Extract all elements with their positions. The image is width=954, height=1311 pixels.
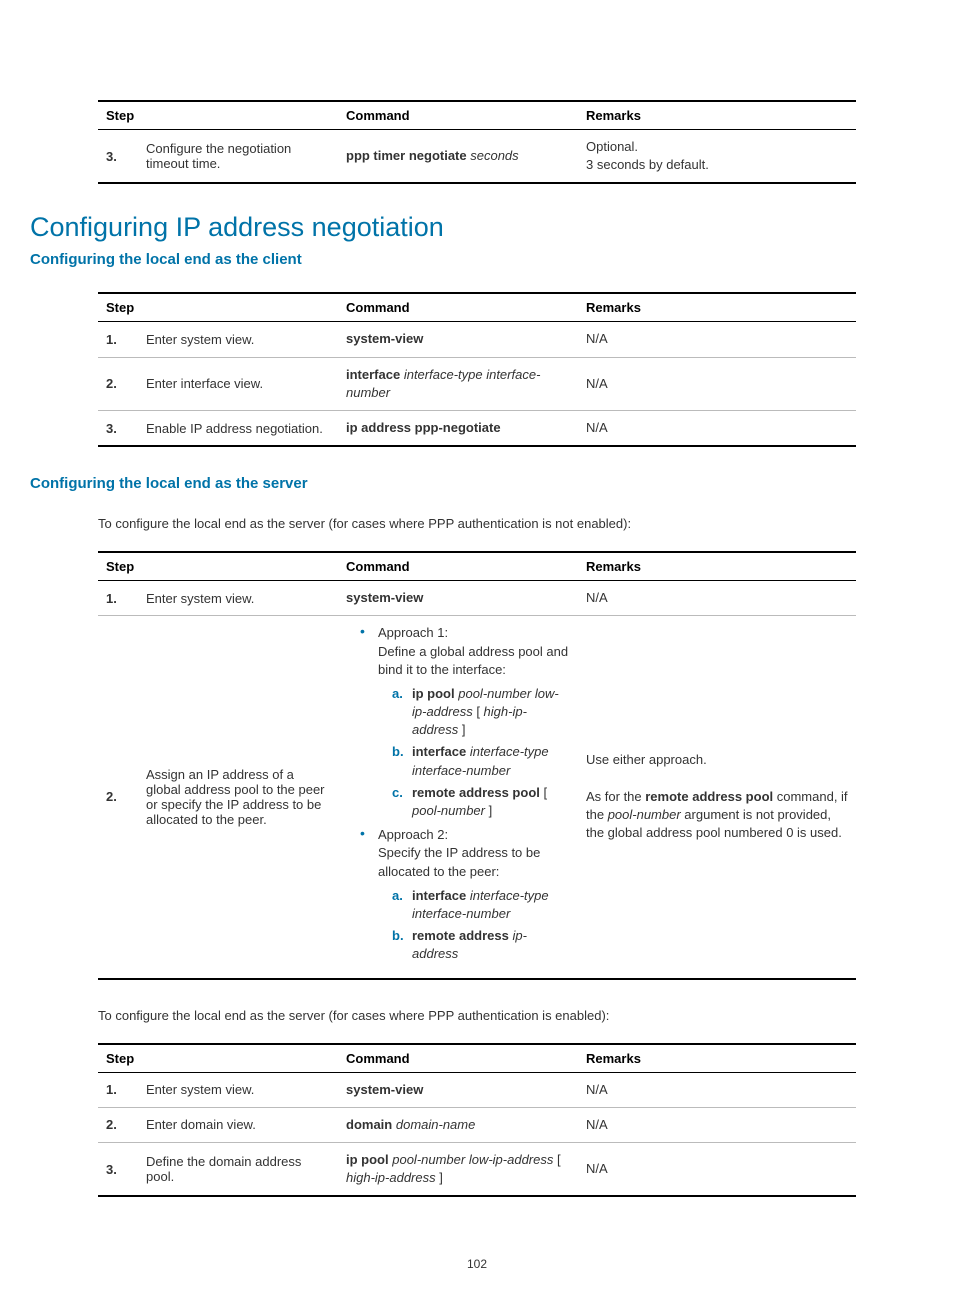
step-number: 3. bbox=[98, 410, 138, 446]
step-number: 3. bbox=[98, 130, 138, 184]
step-number: 3. bbox=[98, 1142, 138, 1196]
step-text: Enable IP address negotiation. bbox=[138, 410, 338, 446]
remarks-cell: N/A bbox=[578, 1107, 856, 1142]
remarks-cell: N/A bbox=[578, 322, 856, 357]
remarks-cell: Use either approach.As for the remote ad… bbox=[578, 616, 856, 979]
paragraph: To configure the local end as the server… bbox=[98, 516, 856, 531]
table-row: 1. Enter system view. system-view N/A bbox=[98, 322, 856, 357]
table-row: 1. Enter system view. system-view N/A bbox=[98, 1072, 856, 1107]
table-row: 2. Assign an IP address of a global addr… bbox=[98, 616, 856, 979]
th-remarks: Remarks bbox=[578, 552, 856, 581]
remarks-cell: N/A bbox=[578, 357, 856, 410]
step-text: Define the domain address pool. bbox=[138, 1142, 338, 1196]
approach-2: Approach 2: Specify the IP address to be… bbox=[360, 826, 570, 963]
th-step: Step bbox=[98, 552, 338, 581]
table-negotiation-timeout: Step Command Remarks 3. Configure the ne… bbox=[98, 100, 856, 184]
remarks-cell: N/A bbox=[578, 410, 856, 446]
step-number: 1. bbox=[98, 322, 138, 357]
step-number: 2. bbox=[98, 1107, 138, 1142]
table-row: 1. Enter system view. system-view N/A bbox=[98, 581, 856, 616]
command-cell: ip address ppp-negotiate bbox=[338, 410, 578, 446]
step-text: Enter system view. bbox=[138, 581, 338, 616]
command-cell: domain domain-name bbox=[338, 1107, 578, 1142]
command-cell: Approach 1: Define a global address pool… bbox=[338, 616, 578, 979]
table-client: Step Command Remarks 1. Enter system vie… bbox=[98, 292, 856, 447]
step-number: 1. bbox=[98, 581, 138, 616]
command-cell: ppp timer negotiate seconds bbox=[338, 130, 578, 184]
subsection-heading-server: Configuring the local end as the server bbox=[30, 475, 856, 492]
step-number: 2. bbox=[98, 616, 138, 979]
th-command: Command bbox=[338, 552, 578, 581]
table-row: 3. Configure the negotiation timeout tim… bbox=[98, 130, 856, 184]
table-row: 3. Enable IP address negotiation. ip add… bbox=[98, 410, 856, 446]
subsection-heading-client: Configuring the local end as the client bbox=[30, 251, 856, 268]
step-number: 1. bbox=[98, 1072, 138, 1107]
step-text: Enter system view. bbox=[138, 322, 338, 357]
command-cell: ip pool pool-number low-ip-address [ hig… bbox=[338, 1142, 578, 1196]
th-remarks: Remarks bbox=[578, 101, 856, 130]
command-cell: system-view bbox=[338, 581, 578, 616]
remarks-cell: N/A bbox=[578, 1142, 856, 1196]
th-command: Command bbox=[338, 101, 578, 130]
table-server-auth: Step Command Remarks 1. Enter system vie… bbox=[98, 1043, 856, 1198]
command-cell: interface interface-type interface-numbe… bbox=[338, 357, 578, 410]
step-number: 2. bbox=[98, 357, 138, 410]
th-command: Command bbox=[338, 293, 578, 322]
paragraph: To configure the local end as the server… bbox=[98, 1008, 856, 1023]
table-server-noauth: Step Command Remarks 1. Enter system vie… bbox=[98, 551, 856, 979]
step-text: Enter system view. bbox=[138, 1072, 338, 1107]
th-step: Step bbox=[98, 293, 338, 322]
table-row: 2. Enter interface view. interface inter… bbox=[98, 357, 856, 410]
remarks-cell: Optional. 3 seconds by default. bbox=[578, 130, 856, 184]
step-text: Enter interface view. bbox=[138, 357, 338, 410]
remarks-cell: N/A bbox=[578, 581, 856, 616]
th-remarks: Remarks bbox=[578, 293, 856, 322]
command-cell: system-view bbox=[338, 322, 578, 357]
th-step: Step bbox=[98, 101, 338, 130]
step-text: Configure the negotiation timeout time. bbox=[138, 130, 338, 184]
approach-1: Approach 1: Define a global address pool… bbox=[360, 624, 570, 820]
command-cell: system-view bbox=[338, 1072, 578, 1107]
section-heading: Configuring IP address negotiation bbox=[30, 212, 856, 243]
step-text: Enter domain view. bbox=[138, 1107, 338, 1142]
step-text: Assign an IP address of a global address… bbox=[138, 616, 338, 979]
table-row: 2. Enter domain view. domain domain-name… bbox=[98, 1107, 856, 1142]
page-number: 102 bbox=[98, 1257, 856, 1271]
remarks-cell: N/A bbox=[578, 1072, 856, 1107]
th-step: Step bbox=[98, 1044, 338, 1073]
th-command: Command bbox=[338, 1044, 578, 1073]
th-remarks: Remarks bbox=[578, 1044, 856, 1073]
table-row: 3. Define the domain address pool. ip po… bbox=[98, 1142, 856, 1196]
